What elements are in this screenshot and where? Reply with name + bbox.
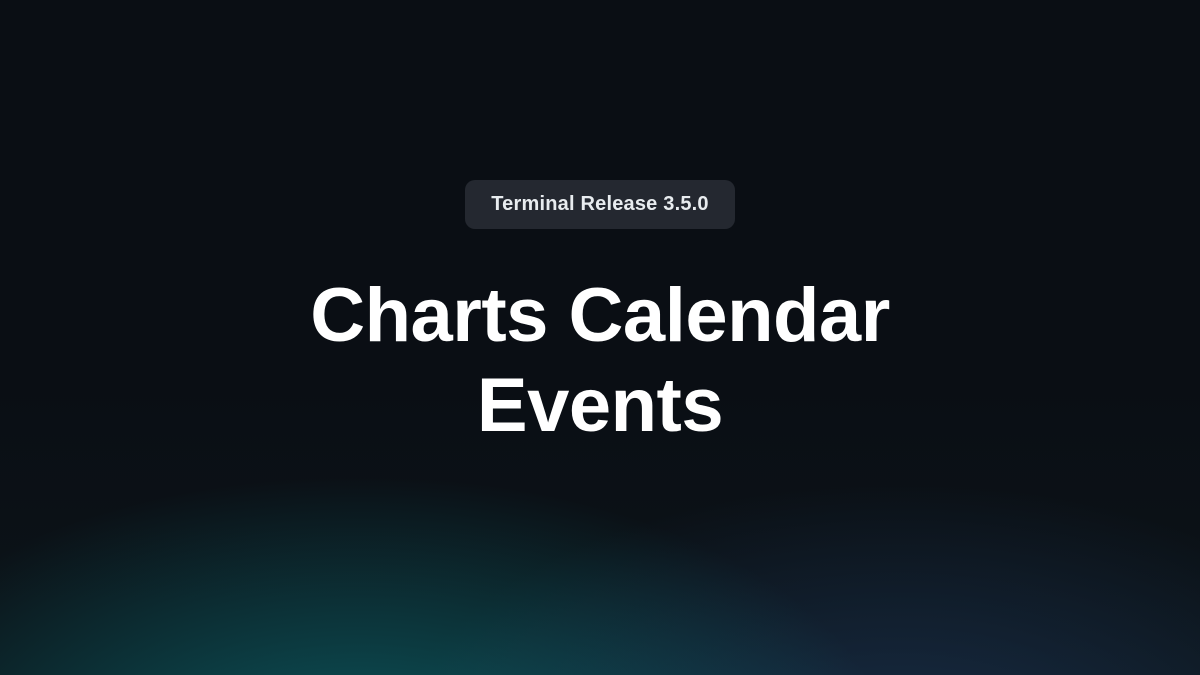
release-badge: Terminal Release 3.5.0 [465,180,735,229]
release-badge-label: Terminal Release 3.5.0 [491,193,709,215]
hero-title-line2: Events [477,363,723,448]
hero-title-line1: Charts Calendar [310,273,890,358]
hero-content: Terminal Release 3.5.0 Charts Calendar E… [0,0,1200,675]
hero-title: Charts Calendar Events [310,271,890,450]
